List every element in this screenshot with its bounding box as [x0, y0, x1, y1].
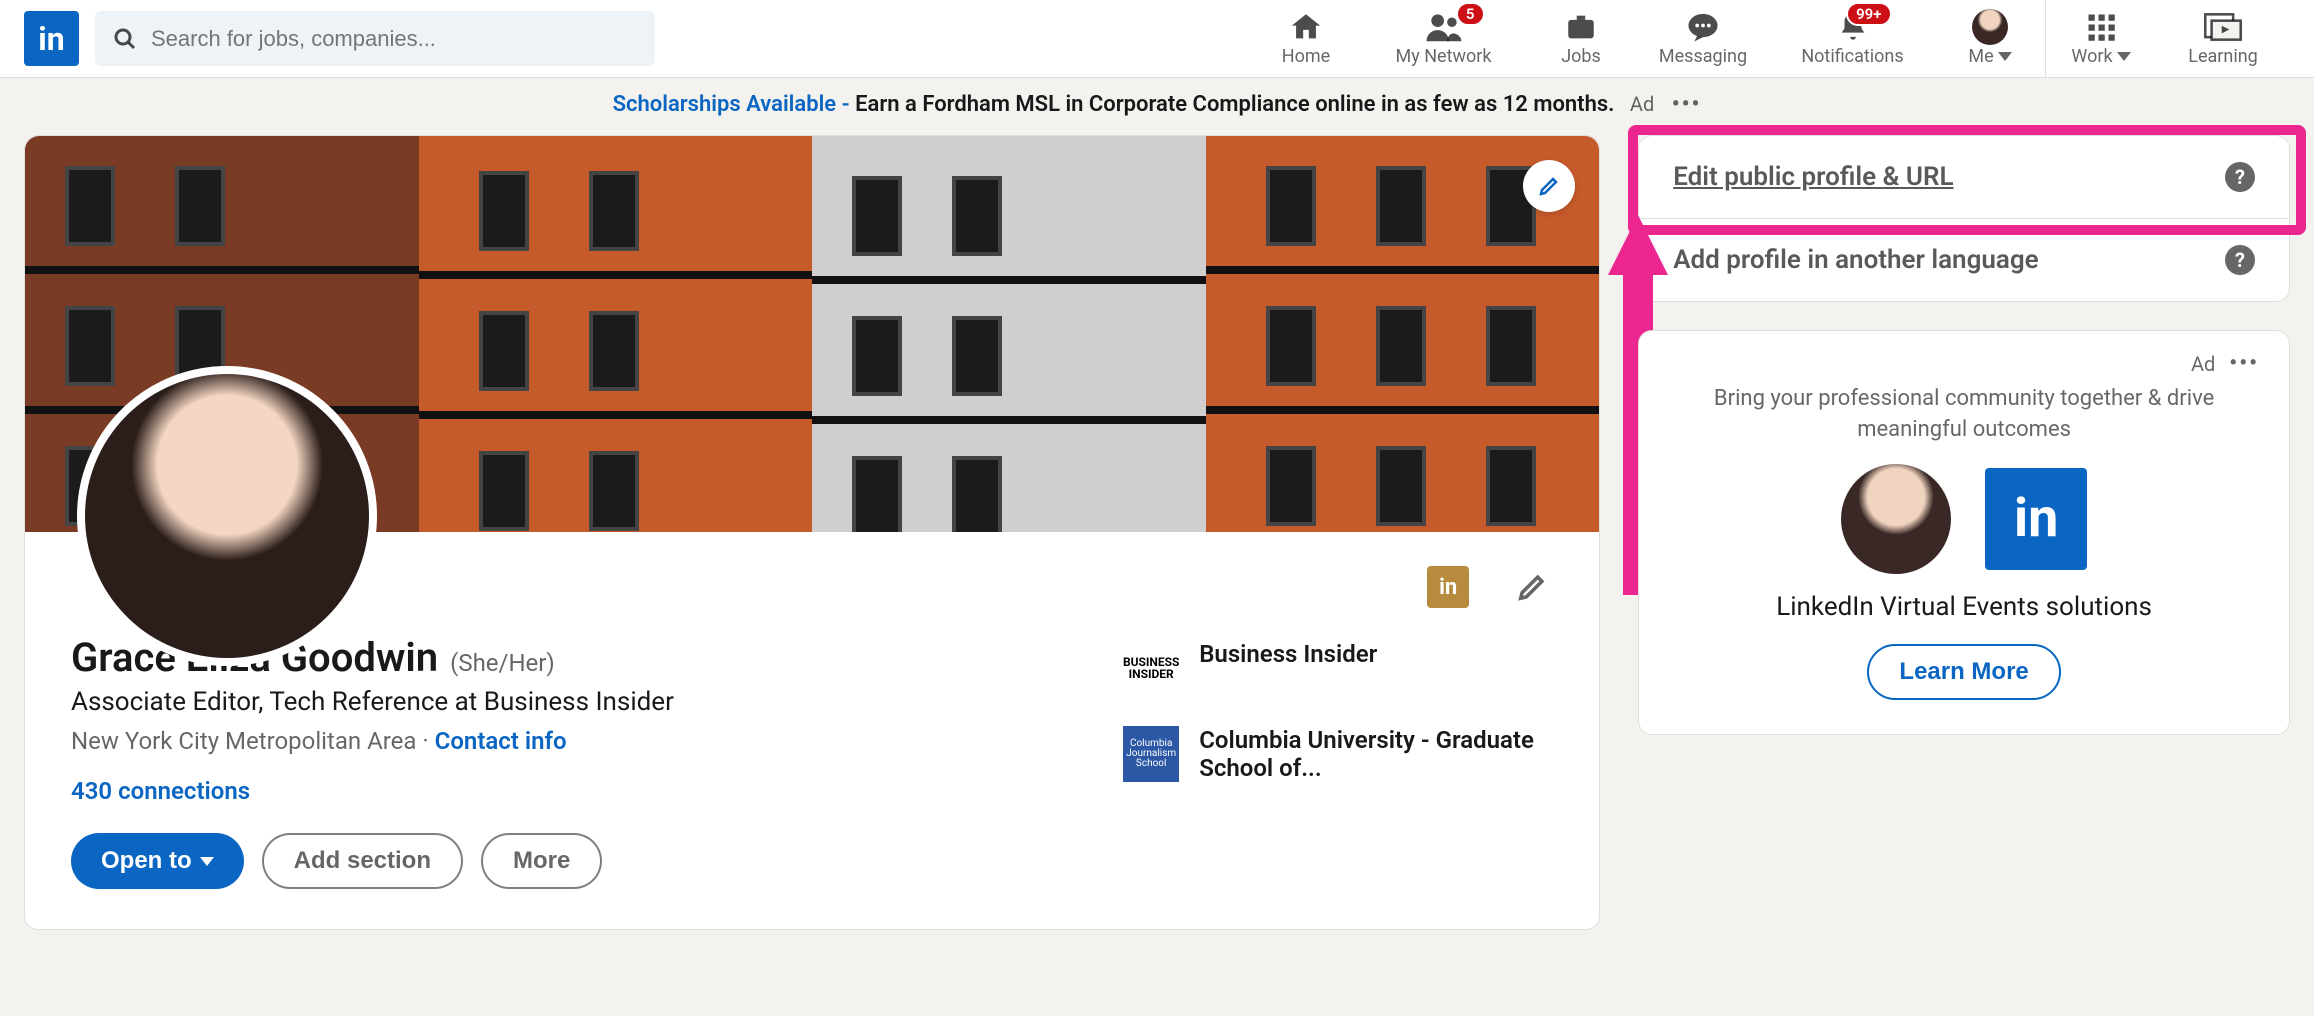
open-to-button[interactable]: Open to — [71, 833, 244, 889]
learn-more-button[interactable]: Learn More — [1867, 644, 2060, 700]
company-logo-icon: BUSINESS INSIDER — [1123, 640, 1179, 696]
premium-badge-icon[interactable]: in — [1427, 566, 1469, 608]
profile-card: in Grace Eliza Goodwin (She/Her) Associa… — [24, 135, 1600, 930]
linkedin-logo[interactable]: in — [24, 11, 79, 66]
nav-messaging[interactable]: Messaging — [1636, 0, 1770, 77]
profile-avatar[interactable] — [77, 366, 377, 666]
experience-item[interactable]: BUSINESS INSIDER Business Insider — [1123, 640, 1553, 696]
chat-icon — [1685, 11, 1721, 43]
add-section-button[interactable]: Add section — [262, 833, 463, 889]
nav-jobs-label: Jobs — [1561, 46, 1601, 67]
search-input[interactable] — [151, 26, 637, 52]
contact-info-link[interactable]: Contact info — [435, 727, 567, 755]
banner-menu-icon[interactable]: ••• — [1672, 92, 1702, 117]
profile-pronouns: (She/Her) — [450, 649, 555, 677]
add-profile-language-link[interactable]: Add profile in another language ? — [1639, 218, 2289, 301]
pencil-icon — [1515, 570, 1549, 604]
pencil-icon — [1537, 174, 1561, 198]
nav-me-label: Me — [1968, 46, 1993, 67]
edit-public-profile-label: Edit public profile & URL — [1673, 162, 1953, 192]
ad-label: Ad — [2191, 352, 2215, 376]
main-content: in Grace Eliza Goodwin (She/Her) Associa… — [0, 135, 2314, 930]
search-box[interactable] — [95, 11, 655, 66]
help-icon[interactable]: ? — [2225, 162, 2255, 192]
banner-link[interactable]: Scholarships Available - — [613, 92, 856, 117]
notifications-badge: 99+ — [1846, 2, 1891, 26]
network-badge: 5 — [1456, 2, 1485, 26]
nav-items: Home 5 My Network Jobs Messaging 99+ — [1251, 0, 2290, 77]
experience-name: Business Insider — [1199, 640, 1377, 668]
ad-title: LinkedIn Virtual Events solutions — [1669, 592, 2259, 622]
ad-text: Bring your professional community togeth… — [1699, 384, 2229, 446]
profile-settings-card: Edit public profile & URL ? Add profile … — [1638, 135, 2290, 302]
nav-network-label: My Network — [1396, 46, 1492, 67]
nav-me[interactable]: Me — [1935, 0, 2045, 77]
top-nav: in Home 5 My Network Jobs — [0, 0, 2314, 78]
nav-messaging-label: Messaging — [1659, 46, 1747, 67]
edit-profile-button[interactable] — [1511, 566, 1553, 608]
caret-down-icon — [200, 857, 214, 866]
linkedin-logo-icon: in — [1985, 468, 2087, 570]
banner-ad-label: Ad — [1630, 92, 1654, 116]
nav-work[interactable]: Work — [2046, 0, 2156, 77]
edit-cover-button[interactable] — [1523, 160, 1575, 212]
identity-section: Grace Eliza Goodwin (She/Her) Associate … — [71, 634, 1043, 889]
nav-notifications-label: Notifications — [1801, 46, 1903, 67]
nav-work-label: Work — [2071, 46, 2112, 67]
nav-learning[interactable]: Learning — [2156, 0, 2290, 77]
ad-avatar-icon — [1841, 464, 1951, 574]
nav-learning-label: Learning — [2188, 46, 2258, 67]
caret-down-icon — [2117, 52, 2131, 61]
ad-menu-icon[interactable]: ••• — [2229, 351, 2259, 376]
profile-location: New York City Metropolitan Area — [71, 727, 416, 755]
briefcase-icon — [1564, 10, 1598, 44]
nav-notifications[interactable]: 99+ Notifications — [1770, 0, 1935, 77]
sidebar-ad-card: Ad ••• Bring your professional community… — [1638, 330, 2290, 735]
nav-network[interactable]: 5 My Network — [1361, 0, 1526, 77]
edit-public-profile-link[interactable]: Edit public profile & URL ? — [1639, 136, 2289, 218]
connections-link[interactable]: 430 connections — [71, 777, 1043, 805]
school-logo-icon: Columbia Journalism School — [1123, 726, 1179, 782]
profile-headline: Associate Editor, Tech Reference at Busi… — [71, 687, 1043, 717]
learning-icon — [2204, 12, 2242, 42]
experience-item[interactable]: Columbia Journalism School Columbia Univ… — [1123, 726, 1553, 782]
add-profile-language-label: Add profile in another language — [1673, 245, 2038, 275]
me-avatar-icon — [1972, 9, 2008, 45]
nav-home[interactable]: Home — [1251, 0, 1361, 77]
grid-icon — [2086, 12, 2116, 42]
caret-down-icon — [1998, 52, 2012, 61]
sponsored-banner[interactable]: Scholarships Available - Earn a Fordham … — [0, 78, 2314, 135]
search-icon — [113, 27, 137, 51]
help-icon[interactable]: ? — [2225, 245, 2255, 275]
nav-home-label: Home — [1282, 46, 1330, 67]
experience-name: Columbia University - Graduate School of… — [1199, 726, 1553, 782]
banner-text: Earn a Fordham MSL in Corporate Complian… — [855, 92, 1614, 117]
experience-list: BUSINESS INSIDER Business Insider Columb… — [1123, 640, 1553, 889]
nav-jobs[interactable]: Jobs — [1526, 0, 1636, 77]
more-button[interactable]: More — [481, 833, 602, 889]
home-icon — [1289, 10, 1323, 44]
